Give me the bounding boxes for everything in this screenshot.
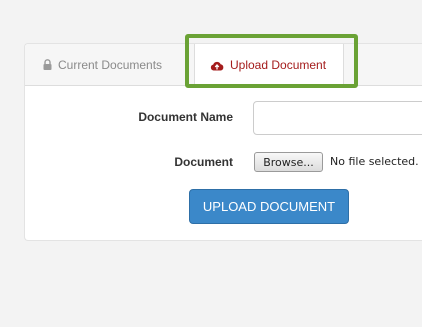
lock-icon: [43, 59, 52, 70]
tab-bar: Current Documents Upload Document: [25, 44, 422, 86]
browse-button[interactable]: Browse...: [254, 152, 323, 172]
cloud-upload-icon: [210, 60, 224, 71]
upload-document-button[interactable]: UPLOAD DOCUMENT: [189, 189, 349, 224]
tab-current-documents[interactable]: Current Documents: [43, 44, 162, 85]
document-name-input[interactable]: [253, 101, 422, 135]
document-name-label: Document Name: [138, 110, 233, 124]
file-status-text: No file selected.: [330, 155, 419, 168]
tab-current-documents-label: Current Documents: [58, 57, 163, 72]
tab-upload-document[interactable]: Upload Document: [194, 44, 344, 86]
document-label: Document: [174, 155, 233, 169]
tab-upload-document-label: Upload Document: [230, 58, 327, 72]
